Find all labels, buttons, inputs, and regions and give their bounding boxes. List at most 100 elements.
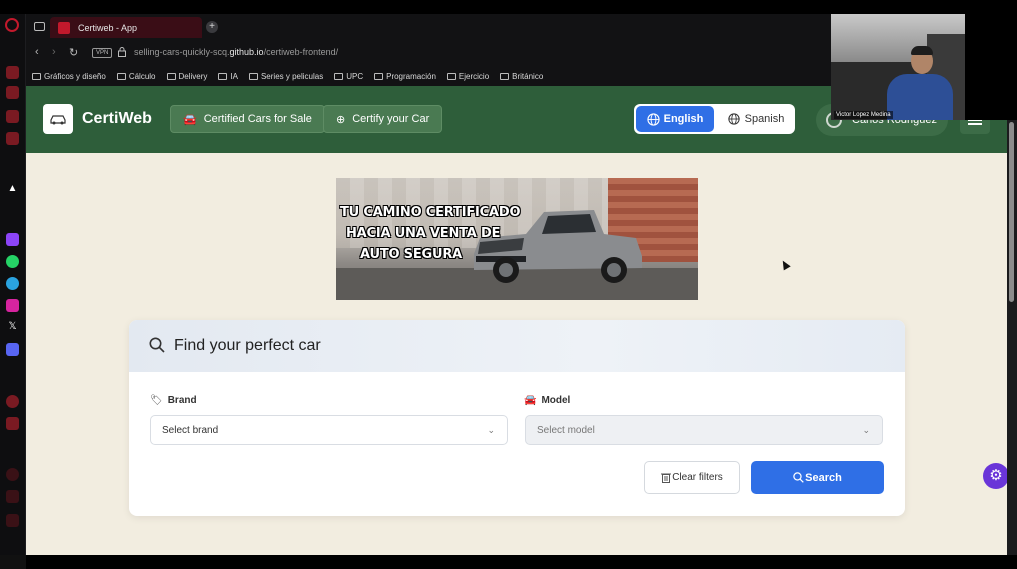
tab-panel-icon[interactable] [34, 22, 45, 31]
favicon-icon [58, 21, 70, 34]
lang-spanish-button[interactable]: Spanish [720, 106, 792, 132]
model-label: 🚘 Model [524, 395, 570, 406]
player-icon[interactable] [6, 417, 19, 430]
page-scrollbar[interactable] [1007, 86, 1017, 555]
bookmark-label: Ejercicio [458, 71, 490, 81]
arc-icon[interactable]: ▲ [6, 182, 19, 195]
messenger-icon[interactable] [6, 110, 19, 123]
chevron-down-icon: ⌄ [862, 425, 870, 435]
chevron-down-icon: ⌄ [487, 425, 495, 435]
hero-banner: TU CAMINO CERTIFICADO HACIA UNA VENTA DE… [336, 178, 698, 300]
tab-certiweb[interactable]: Certiweb - App [50, 17, 202, 38]
clear-filters-button[interactable]: Clear filters [644, 461, 740, 494]
search-icon [149, 337, 165, 353]
bookmark-label: Británico [512, 71, 544, 81]
car-icon: 🚘 [524, 395, 537, 406]
globe-icon [646, 112, 660, 126]
back-icon[interactable]: ‹ [35, 46, 39, 58]
model-select[interactable]: Select model ⌄ [525, 415, 883, 445]
url-field[interactable]: selling-cars-quickly-scq.github.io/certi… [134, 47, 338, 57]
folder-icon [446, 72, 456, 80]
settings-fab-gear-icon[interactable]: ⚙ [983, 463, 1007, 489]
bookmark-label: Programación [386, 71, 436, 81]
bookmark-label: UPC [346, 71, 364, 81]
trash-icon [661, 473, 672, 483]
url-domain: github.io [229, 47, 264, 57]
new-tab-button[interactable]: + [206, 21, 218, 33]
bookmark-item[interactable]: Británico [500, 72, 543, 81]
webcam-side-bar [965, 14, 1017, 120]
language-switcher: English Spanish [634, 104, 795, 134]
certify-car-label: Certify your Car [352, 113, 430, 125]
aria-icon[interactable] [6, 66, 19, 79]
bookmark-item[interactable]: Programación [374, 72, 436, 81]
bookmark-item[interactable]: Cálculo [116, 71, 156, 81]
history-icon[interactable] [6, 468, 19, 481]
model-label-text: Model [541, 395, 571, 406]
car-logo-icon [50, 115, 66, 125]
brand-label-text: Brand [167, 395, 197, 406]
search-card-title: Find your perfect car [174, 337, 321, 354]
clear-filters-label: Clear filters [672, 472, 723, 483]
certified-cars-label: Certified Cars for Sale [203, 113, 312, 125]
opera-logo-icon[interactable] [5, 18, 19, 32]
bookmark-label: Cálculo [128, 71, 156, 81]
bookmark-item[interactable]: Ejercicio [446, 71, 490, 81]
tag-icon: 🏷 [150, 395, 163, 406]
search-card: Find your perfect car 🏷 Brand Select bra… [129, 320, 905, 516]
reload-icon[interactable]: ↻ [69, 46, 78, 59]
bookmark-item[interactable]: Delivery [166, 71, 208, 81]
site-logo[interactable] [43, 104, 73, 134]
instagram-icon[interactable] [6, 299, 19, 312]
bottom-black-bar [26, 555, 1017, 569]
plus-circle-icon: ⊕ [336, 113, 346, 126]
bookmark-item[interactable]: Gráficos y diseño [32, 72, 106, 81]
search-button[interactable]: Search [751, 461, 884, 494]
extensions-icon[interactable] [6, 490, 19, 503]
bookmarks-icon[interactable] [6, 86, 19, 99]
search-icon [793, 472, 804, 483]
bookmark-item[interactable]: UPC [334, 72, 363, 81]
folder-icon [334, 72, 344, 80]
webcam-overlay: Victor Lopez Medina [831, 14, 965, 120]
forward-icon[interactable]: › [52, 46, 56, 58]
banner-slogan: TU CAMINO CERTIFICADO HACIA UNA VENTA DE… [340, 202, 520, 265]
url-prefix: selling-cars-quickly-scq. [134, 47, 230, 57]
folder-icon [248, 72, 258, 80]
vpn-badge[interactable]: VPN [92, 48, 113, 58]
screen: ▲ 𝕏 Certiweb - App + ‹ › ↻ VPN selling-c… [0, 0, 1017, 569]
x-twitter-icon[interactable]: 𝕏 [6, 320, 19, 333]
model-select-value: Select model [537, 424, 595, 436]
settings-icon[interactable] [6, 514, 19, 527]
twitch-icon[interactable] [6, 233, 19, 246]
bookmark-label: IA [230, 71, 238, 81]
brand-select[interactable]: Select brand ⌄ [150, 415, 508, 445]
lang-spanish-label: Spanish [744, 113, 785, 125]
bookmark-label: Delivery [178, 71, 208, 81]
scrollbar-thumb[interactable] [1009, 122, 1014, 302]
pinboard-icon[interactable] [6, 132, 19, 145]
certify-car-button[interactable]: ⊕ Certify your Car [323, 105, 443, 133]
slogan-line-3: AUTO SEGURA [360, 247, 463, 262]
tab-title: Certiweb - App [78, 22, 138, 33]
webcam-person-hair [911, 46, 933, 55]
webcam-participant-name: Victor Lopez Medina [834, 111, 893, 119]
browser-sidebar: ▲ 𝕏 [0, 14, 26, 555]
site-brand[interactable]: CertiWeb [82, 110, 152, 128]
discord-icon[interactable] [6, 343, 19, 356]
web-page: CertiWeb 🚘 Certified Cars for Sale ⊕ Cer… [26, 86, 1007, 555]
slogan-line-1: TU CAMINO CERTIFICADO [340, 205, 521, 220]
brand-select-value: Select brand [162, 424, 219, 436]
bookmark-item[interactable]: Series y peliculas [248, 72, 323, 81]
telegram-icon[interactable] [6, 277, 19, 290]
certified-cars-button[interactable]: 🚘 Certified Cars for Sale [170, 105, 325, 133]
lang-english-button[interactable]: English [636, 106, 714, 132]
music-icon[interactable] [6, 395, 19, 408]
globe-icon [727, 113, 740, 125]
menu-line [968, 123, 982, 125]
url-path: /certiweb-frontend/ [263, 47, 339, 57]
whatsapp-icon[interactable] [6, 255, 19, 268]
folder-icon [32, 72, 41, 80]
bookmark-item[interactable]: IA [218, 72, 238, 81]
slogan-line-2: HACIA UNA VENTA DE [346, 226, 501, 241]
